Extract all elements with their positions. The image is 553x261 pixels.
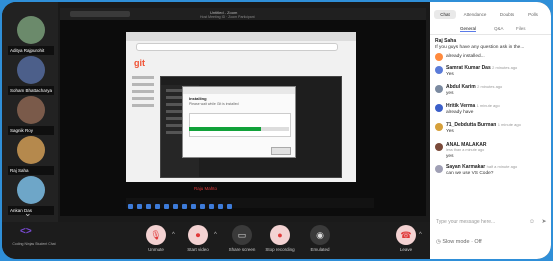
avatar: [17, 176, 45, 204]
microphone-icon: 🎙: [150, 230, 162, 240]
tab-doubts[interactable]: Doubts: [494, 10, 520, 19]
avatar: [435, 123, 443, 131]
emoji-icon[interactable]: ☺: [528, 218, 536, 226]
brand-logo: <>: [20, 226, 32, 237]
chat-panel: Chat Attendance Doubts Polls General Q&A…: [430, 2, 551, 259]
message-author: Sayan Karmakar half a minute ago: [446, 164, 518, 170]
screen-tab: [70, 11, 130, 17]
installer-title: Installing: [189, 96, 207, 101]
emulated-button[interactable]: ◉ Emulated: [302, 225, 338, 257]
brand-subtitle: Coding Ninjas Student Chat: [12, 242, 56, 246]
avatar: [17, 16, 45, 44]
subtab-qna[interactable]: Q&A: [494, 26, 504, 31]
stop-recording-button[interactable]: ● Stop recording: [262, 225, 298, 257]
screen-topbar: Untitled - Zoom Host Meeting ID · Zoom P…: [60, 8, 426, 20]
message-text: If you guys have any question ask in the…: [435, 45, 525, 50]
meeting-window: Aditya Rajpurohit Soham Bhattacharya Sag…: [2, 2, 551, 259]
message-text: already have: [446, 110, 474, 115]
participant-list: Aditya Rajpurohit Soham Bhattacharya Sag…: [2, 2, 58, 222]
cancel-button[interactable]: [271, 147, 291, 155]
avatar: [435, 104, 443, 112]
avatar: [435, 85, 443, 93]
avatar: [17, 136, 45, 164]
participant-tile[interactable]: Sagnik Roy: [8, 94, 54, 138]
chevron-down-icon[interactable]: ⌄: [24, 208, 32, 219]
chat-subtabs: General Q&A Files: [430, 26, 551, 35]
git-logo: git: [134, 58, 145, 68]
installer-log: [189, 113, 291, 137]
unmute-button[interactable]: 🎙 Unmute: [138, 225, 174, 257]
subtab-files[interactable]: Files: [516, 26, 526, 31]
avatar: [435, 53, 443, 61]
red-caption: Raju Mahto: [194, 186, 218, 191]
share-screen-button[interactable]: ▭ Share screen: [224, 225, 260, 257]
slow-mode-label: Slow mode · Off: [442, 239, 482, 245]
avatar: [435, 165, 443, 173]
shared-screen: Untitled - Zoom Host Meeting ID · Zoom P…: [60, 8, 426, 216]
message-text: yes: [446, 154, 454, 159]
screen-share-icon: ▭: [237, 230, 247, 240]
message-text: Yes: [446, 72, 454, 77]
message-author: Hritik Verma 1 minute ago: [446, 103, 500, 109]
chat-input[interactable]: Type your message here... ☺ ➤: [434, 216, 547, 228]
chevron-up-icon[interactable]: ^: [172, 232, 175, 238]
message-author: Raj Saha: [435, 38, 457, 44]
tab-chat[interactable]: Chat: [434, 10, 456, 19]
message-text: yes: [446, 91, 454, 96]
message-time: less than a minute ago: [446, 148, 485, 152]
slow-mode-toggle[interactable]: ◷ Slow mode · Off: [436, 239, 482, 245]
installer-dialog: Installing Please wait while Git is inst…: [182, 86, 296, 158]
chat-input-placeholder: Type your message here...: [436, 219, 496, 225]
avatar: [17, 96, 45, 124]
installer-subtitle: Please wait while Git is installed: [189, 102, 239, 106]
chevron-up-icon[interactable]: ^: [419, 232, 422, 238]
subtab-general[interactable]: General: [460, 26, 477, 32]
chevron-up-icon[interactable]: ^: [214, 232, 217, 238]
message-author: 71_Debdutta Burman 1 minute ago: [446, 122, 521, 128]
avatar: [17, 56, 45, 84]
participant-tile[interactable]: Soham Bhattacharya: [8, 54, 54, 98]
tab-polls[interactable]: Polls: [522, 10, 544, 19]
page-sidebar: [132, 76, 158, 136]
control-label: Emulated: [310, 247, 330, 252]
progress-fill: [189, 127, 261, 131]
leave-button[interactable]: ☎ Leave: [388, 225, 424, 257]
emulate-icon: ◉: [316, 230, 324, 240]
browser-window: git Installing Please wait while Git is …: [126, 32, 356, 182]
meeting-toolbar: <> Coding Ninjas Student Chat 🎙 Unmute ^…: [2, 222, 430, 259]
avatar: [435, 143, 443, 151]
message-author: Abdul Karim 2 minutes ago: [446, 84, 503, 90]
dialog-titlebar: [183, 87, 295, 94]
control-label: Unmute: [148, 247, 164, 252]
send-icon[interactable]: ➤: [540, 218, 548, 226]
window-subtitle: Host Meeting ID · Zoom Participant: [200, 15, 255, 19]
taskbar: [126, 198, 374, 209]
browser-tabbar: [126, 32, 356, 41]
participant-tile[interactable]: Aditya Rajpurohit: [8, 14, 54, 58]
address-bar: [136, 43, 338, 51]
install-progress-bar: [189, 127, 289, 131]
avatar: [435, 66, 443, 74]
video-icon: ⏺: [195, 230, 201, 240]
start-video-button[interactable]: ⏺ Start video: [180, 225, 216, 257]
tab-attendance[interactable]: Attendance: [458, 10, 492, 19]
record-icon: ●: [277, 230, 283, 240]
message-text: already installed...: [446, 54, 485, 59]
control-label: Start video: [187, 247, 209, 252]
message-text: can we use VS Code?: [446, 171, 494, 176]
participant-tile[interactable]: Raj Saha: [8, 134, 54, 178]
chat-tabs: Chat Attendance Doubts Polls: [430, 10, 551, 20]
control-label: Leave: [399, 247, 413, 252]
message-text: Yes: [446, 129, 454, 134]
message-author: Samrat Kumar Das 2 minutes ago: [446, 65, 518, 71]
control-label: Stop recording: [265, 247, 295, 252]
